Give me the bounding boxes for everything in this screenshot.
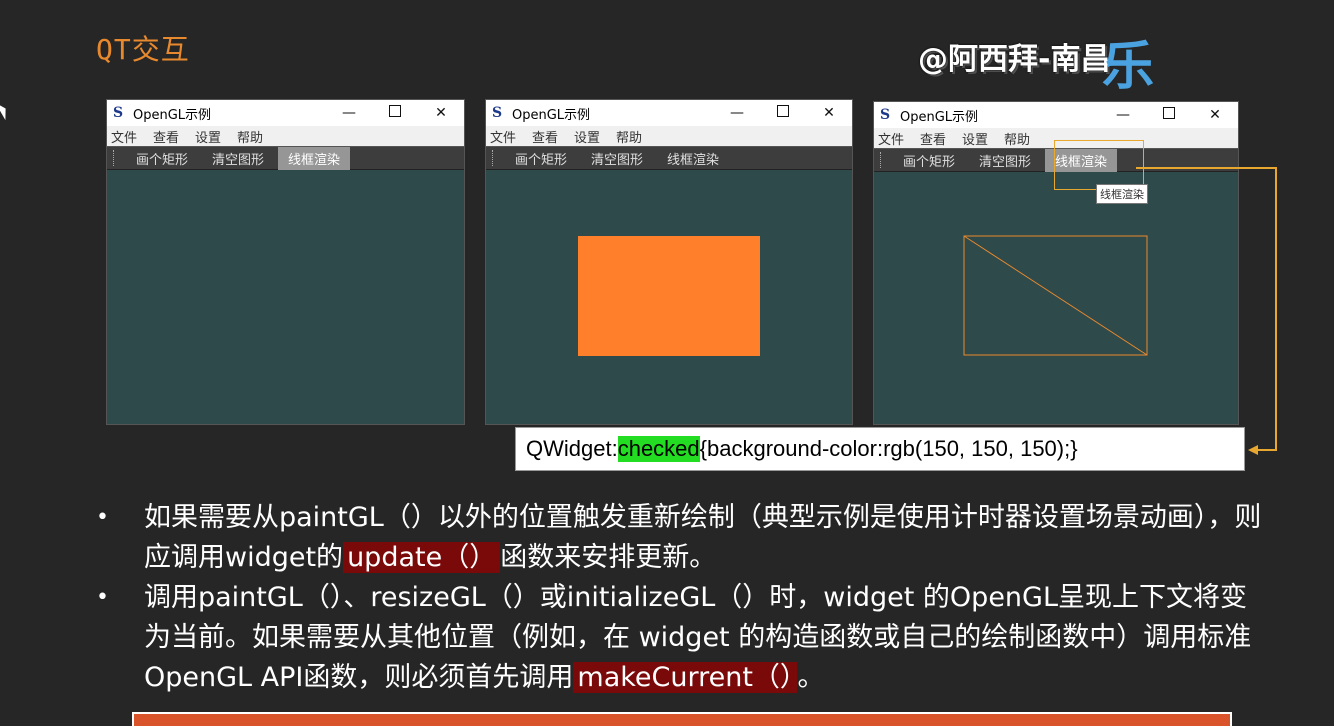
bullet-2-text-end: 。: [797, 662, 825, 693]
menu-view[interactable]: 查看: [153, 127, 179, 146]
clear-shapes-button[interactable]: 清空图形: [202, 147, 274, 170]
menu-help[interactable]: 帮助: [1004, 129, 1030, 148]
gl-canvas: [874, 174, 1238, 424]
wireframe-rectangle: [963, 235, 1148, 356]
qss-code-box: QWidget: checked {background-color:rgb(150…: [515, 427, 1245, 471]
bullet-dot: •: [96, 505, 109, 530]
menu-bar: 文件 查看 设置 帮助: [486, 126, 852, 146]
close-button[interactable]: ✕: [806, 105, 852, 121]
close-button[interactable]: ✕: [418, 105, 464, 121]
app-logo-icon: S: [113, 105, 124, 121]
bullet-list: • 如果需要从paintGL（）以外的位置触发重新绘制（典型示例是使用计时器设置…: [92, 498, 1272, 698]
watermark-logo: 乐: [1102, 36, 1155, 97]
clear-shapes-button[interactable]: 清空图形: [969, 149, 1041, 172]
toolbar-grip[interactable]: [492, 150, 495, 166]
menu-bar: 文件 查看 设置 帮助: [107, 126, 464, 146]
watermark: @阿西拜-南昌 乐: [918, 28, 1158, 98]
clear-shapes-button[interactable]: 清空图形: [581, 147, 653, 170]
watermark-text: @阿西拜-南昌: [918, 42, 1111, 77]
opengl-window-2: S OpenGL示例 — ✕ 文件 查看 设置 帮助 画个矩形 清空图形 线框渲…: [486, 100, 852, 424]
mouse-cursor-icon: [0, 99, 11, 121]
window-titlebar[interactable]: S OpenGL示例 — ✕: [107, 100, 464, 126]
window-titlebar[interactable]: S OpenGL示例 — ✕: [486, 100, 852, 126]
gl-canvas: [107, 172, 464, 424]
maximize-icon: [1163, 107, 1175, 119]
window-title: OpenGL示例: [900, 109, 979, 125]
bullet-dot: •: [96, 585, 109, 610]
update-highlight: update（）: [343, 542, 501, 573]
maximize-button[interactable]: [372, 105, 418, 121]
draw-rect-button[interactable]: 画个矩形: [505, 147, 577, 170]
app-logo-icon: S: [492, 105, 503, 121]
makecurrent-highlight: makeCurrent（）: [573, 662, 798, 693]
minimize-button[interactable]: —: [714, 105, 760, 121]
gl-canvas: [486, 172, 852, 424]
filled-rectangle: [578, 236, 760, 356]
minimize-button[interactable]: —: [326, 105, 372, 121]
menu-settings[interactable]: 设置: [195, 127, 221, 146]
window-titlebar[interactable]: S OpenGL示例 — ✕: [874, 102, 1238, 128]
code-highlight: checked: [617, 436, 700, 462]
maximize-button[interactable]: [760, 105, 806, 121]
menu-file[interactable]: 文件: [111, 127, 137, 146]
code-prefix: QWidget:: [526, 436, 618, 461]
toolbar: 画个矩形 清空图形 线框渲染: [107, 146, 464, 170]
minimize-button[interactable]: —: [1100, 107, 1146, 123]
menu-file[interactable]: 文件: [878, 129, 904, 148]
menu-file[interactable]: 文件: [490, 127, 516, 146]
menu-view[interactable]: 查看: [532, 127, 558, 146]
draw-rect-button[interactable]: 画个矩形: [126, 147, 198, 170]
bullet-item-1: • 如果需要从paintGL（）以外的位置触发重新绘制（典型示例是使用计时器设置…: [92, 498, 1272, 578]
wireframe-button[interactable]: 线框渲染: [657, 147, 729, 170]
bullet-item-2: • 调用paintGL（）、resizeGL（）或initializeGL（）时…: [92, 578, 1272, 698]
window-title: OpenGL示例: [133, 107, 212, 123]
code-suffix: {background-color:rgb(150, 150, 150);}: [699, 436, 1078, 461]
wireframe-button[interactable]: 线框渲染: [278, 146, 351, 170]
menu-view[interactable]: 查看: [920, 129, 946, 148]
slide-title: QT交互: [96, 33, 190, 66]
menu-settings[interactable]: 设置: [962, 129, 988, 148]
maximize-icon: [777, 105, 789, 117]
toolbar: 画个矩形 清空图形 线框渲染: [486, 146, 852, 170]
maximize-button[interactable]: [1146, 107, 1192, 123]
draw-rect-button[interactable]: 画个矩形: [893, 149, 965, 172]
wireframe-tooltip: 线框渲染: [1096, 184, 1148, 204]
close-button[interactable]: ✕: [1192, 107, 1238, 123]
menu-help[interactable]: 帮助: [237, 127, 263, 146]
maximize-icon: [389, 105, 401, 117]
toolbar-grip[interactable]: [880, 152, 883, 168]
opengl-window-1: S OpenGL示例 — ✕ 文件 查看 设置 帮助 画个矩形 清空图形 线框渲…: [107, 100, 464, 424]
highlight-box: [1054, 140, 1144, 190]
app-logo-icon: S: [880, 107, 891, 123]
window-title: OpenGL示例: [512, 107, 591, 123]
menu-help[interactable]: 帮助: [616, 127, 642, 146]
toolbar-grip[interactable]: [113, 150, 116, 166]
menu-settings[interactable]: 设置: [574, 127, 600, 146]
opengl-window-3: S OpenGL示例 — ✕ 文件 查看 设置 帮助 画个矩形 清空图形 线框渲…: [874, 102, 1238, 424]
bullet-1-text-end: 函数来安排更新。: [500, 542, 717, 573]
